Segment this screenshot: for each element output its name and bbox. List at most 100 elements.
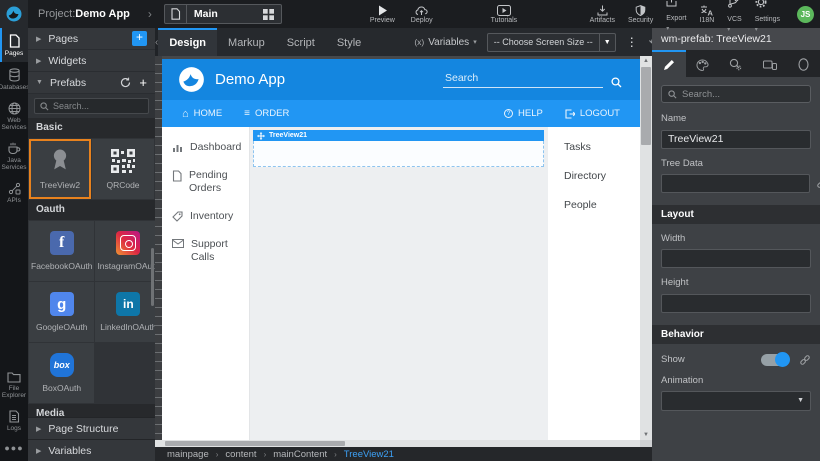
property-search-input[interactable] [682, 89, 804, 100]
preview-button[interactable]: Preview [370, 5, 395, 24]
accordion-widgets[interactable]: ▶ Widgets [28, 50, 155, 72]
triangle-right-icon: ▶ [36, 447, 41, 455]
move-icon [257, 132, 265, 140]
bind-link-icon[interactable] [816, 177, 820, 189]
more-options-icon[interactable]: ●●● [0, 437, 28, 461]
name-input[interactable] [661, 130, 811, 149]
rail-item-apis[interactable]: APIs [0, 176, 28, 209]
rail-item-databases[interactable]: Databases [0, 62, 28, 96]
prefab-tile-treeview2[interactable]: TreeView2 [29, 139, 91, 199]
variables-dropdown[interactable]: (x) Variables ▾ [414, 37, 476, 48]
editor-toolbar: ‹ Design Markup Script Style (x) Variabl… [155, 28, 652, 56]
kebab-menu-icon[interactable]: ⋮ [626, 35, 638, 49]
property-search [661, 85, 811, 103]
coffee-cup-icon [7, 142, 21, 155]
wavemaker-logo[interactable] [0, 0, 28, 28]
scroll-down-icon[interactable]: ▼ [643, 430, 649, 440]
vcs-button[interactable]: VCS ▾ [727, 0, 741, 33]
tab-style[interactable]: Style [326, 28, 372, 56]
tab-markup[interactable]: Markup [217, 28, 276, 56]
bind-link-icon[interactable] [799, 354, 811, 366]
widget-drop-area[interactable] [253, 141, 544, 167]
wave-logo-icon [5, 5, 23, 23]
scroll-up-icon[interactable]: ▲ [643, 56, 649, 66]
prefab-search-input[interactable] [53, 101, 143, 111]
artifacts-button[interactable]: Artifacts [590, 5, 615, 24]
prefab-tile-box-oauth[interactable]: box BoxOAuth [29, 343, 94, 403]
nav-help[interactable]: ? HELP [504, 108, 543, 119]
width-input[interactable] [661, 249, 811, 268]
accordion-page-structure[interactable]: ▶ Page Structure [28, 417, 155, 439]
add-prefab-button[interactable]: + [139, 78, 147, 88]
canvas-horizontal-scrollbar[interactable] [155, 440, 652, 447]
breadcrumb-content[interactable]: content [225, 449, 256, 460]
breadcrumb-maincontent[interactable]: mainContent [273, 449, 327, 460]
tab-events[interactable] [719, 50, 753, 77]
nav-logout[interactable]: LOGOUT [565, 108, 620, 119]
sidenav-pending-orders[interactable]: Pending Orders [172, 169, 241, 195]
rail-item-logs[interactable]: Logs [0, 404, 28, 437]
tutorials-button[interactable]: Tutorials [491, 5, 518, 24]
sidenav-dashboard[interactable]: Dashboard [172, 141, 241, 154]
nav-home[interactable]: ⌂ HOME [182, 108, 222, 120]
rightnav-directory[interactable]: Directory [564, 170, 640, 182]
show-toggle[interactable] [761, 354, 789, 366]
rail-item-pages[interactable]: Pages [0, 28, 28, 62]
vertical-ruler [155, 56, 162, 440]
canvas-vertical-scrollbar[interactable]: ▲ ▼ [640, 56, 652, 440]
prefab-tile-instagram-oauth[interactable]: InstagramOAuth [95, 221, 155, 281]
rail-item-web-services[interactable]: Web Services [0, 96, 28, 136]
export-button[interactable]: Export ▾ [666, 0, 686, 32]
name-label: Name [661, 113, 811, 124]
user-avatar[interactable]: JS [797, 6, 814, 23]
breadcrumb-mainpage[interactable]: mainpage [167, 449, 209, 460]
sidenav-support-calls[interactable]: Support Calls [172, 238, 241, 264]
sidenav-inventory[interactable]: Inventory [172, 210, 241, 223]
rail-item-java-services[interactable]: Java Services [0, 136, 28, 176]
accordion-prefabs[interactable]: ▼ Prefabs + [28, 72, 155, 94]
pencil-icon [663, 59, 675, 71]
logout-icon [565, 109, 575, 119]
i18n-button[interactable]: A I18N [700, 5, 715, 24]
wavemaker-studio: Project:Demo App › Main Preview Deploy [0, 0, 820, 461]
prefab-tile-facebook-oauth[interactable]: f FacebookOAuth [29, 221, 94, 281]
tab-script[interactable]: Script [276, 28, 326, 56]
security-button[interactable]: Security [628, 5, 653, 24]
section-behavior: Behavior [652, 325, 820, 344]
panel-scrollbar-thumb[interactable] [151, 248, 154, 306]
tag-icon [172, 211, 183, 222]
height-input[interactable] [661, 294, 811, 313]
deploy-button[interactable]: Deploy [411, 5, 433, 24]
nav-order[interactable]: ≡ ORDER [244, 108, 289, 119]
add-page-button[interactable]: + [132, 31, 147, 46]
prefab-tile-google-oauth[interactable]: g GoogleOAuth [29, 282, 94, 342]
accordion-variables[interactable]: ▶ Variables [28, 439, 155, 461]
widget-selection-header[interactable]: TreeView21 [253, 130, 544, 141]
tab-security[interactable] [786, 50, 820, 77]
tab-design[interactable]: Design [158, 28, 217, 56]
chevron-down-icon: ▾ [666, 25, 669, 32]
accordion-pages[interactable]: ▶ Pages + [28, 28, 155, 50]
rightnav-people[interactable]: People [564, 199, 640, 211]
animation-select[interactable]: ▼ [661, 391, 811, 411]
app-search-field[interactable]: Search [443, 72, 603, 88]
rail-item-file-explorer[interactable]: File Explorer [0, 365, 28, 404]
page-selector[interactable]: Main [164, 4, 282, 24]
horizontal-scrollbar-thumb[interactable] [165, 441, 345, 446]
treeview-widget-selected[interactable]: TreeView21 [253, 130, 544, 167]
screen-size-select[interactable]: -- Choose Screen Size -- ▼ [487, 33, 616, 52]
vertical-scrollbar-thumb[interactable] [641, 67, 651, 145]
breadcrumb-treeview21[interactable]: TreeView21 [344, 449, 394, 460]
tab-devices[interactable] [753, 50, 787, 77]
prefab-tile-linkedin-oauth[interactable]: in LinkedInOAuth [95, 282, 155, 342]
tree-data-input[interactable] [661, 174, 810, 193]
search-icon[interactable] [611, 77, 622, 88]
prefab-tile-qrcode[interactable]: QRCode [92, 139, 154, 199]
refresh-icon[interactable] [120, 77, 131, 88]
rightnav-tasks[interactable]: Tasks [564, 141, 640, 153]
chevron-down-icon: ▾ [727, 26, 730, 33]
tab-properties[interactable] [652, 50, 686, 77]
tab-styles[interactable] [686, 50, 720, 77]
settings-button[interactable]: Settings ▾ [755, 0, 780, 33]
app-search[interactable]: Search [443, 72, 622, 88]
